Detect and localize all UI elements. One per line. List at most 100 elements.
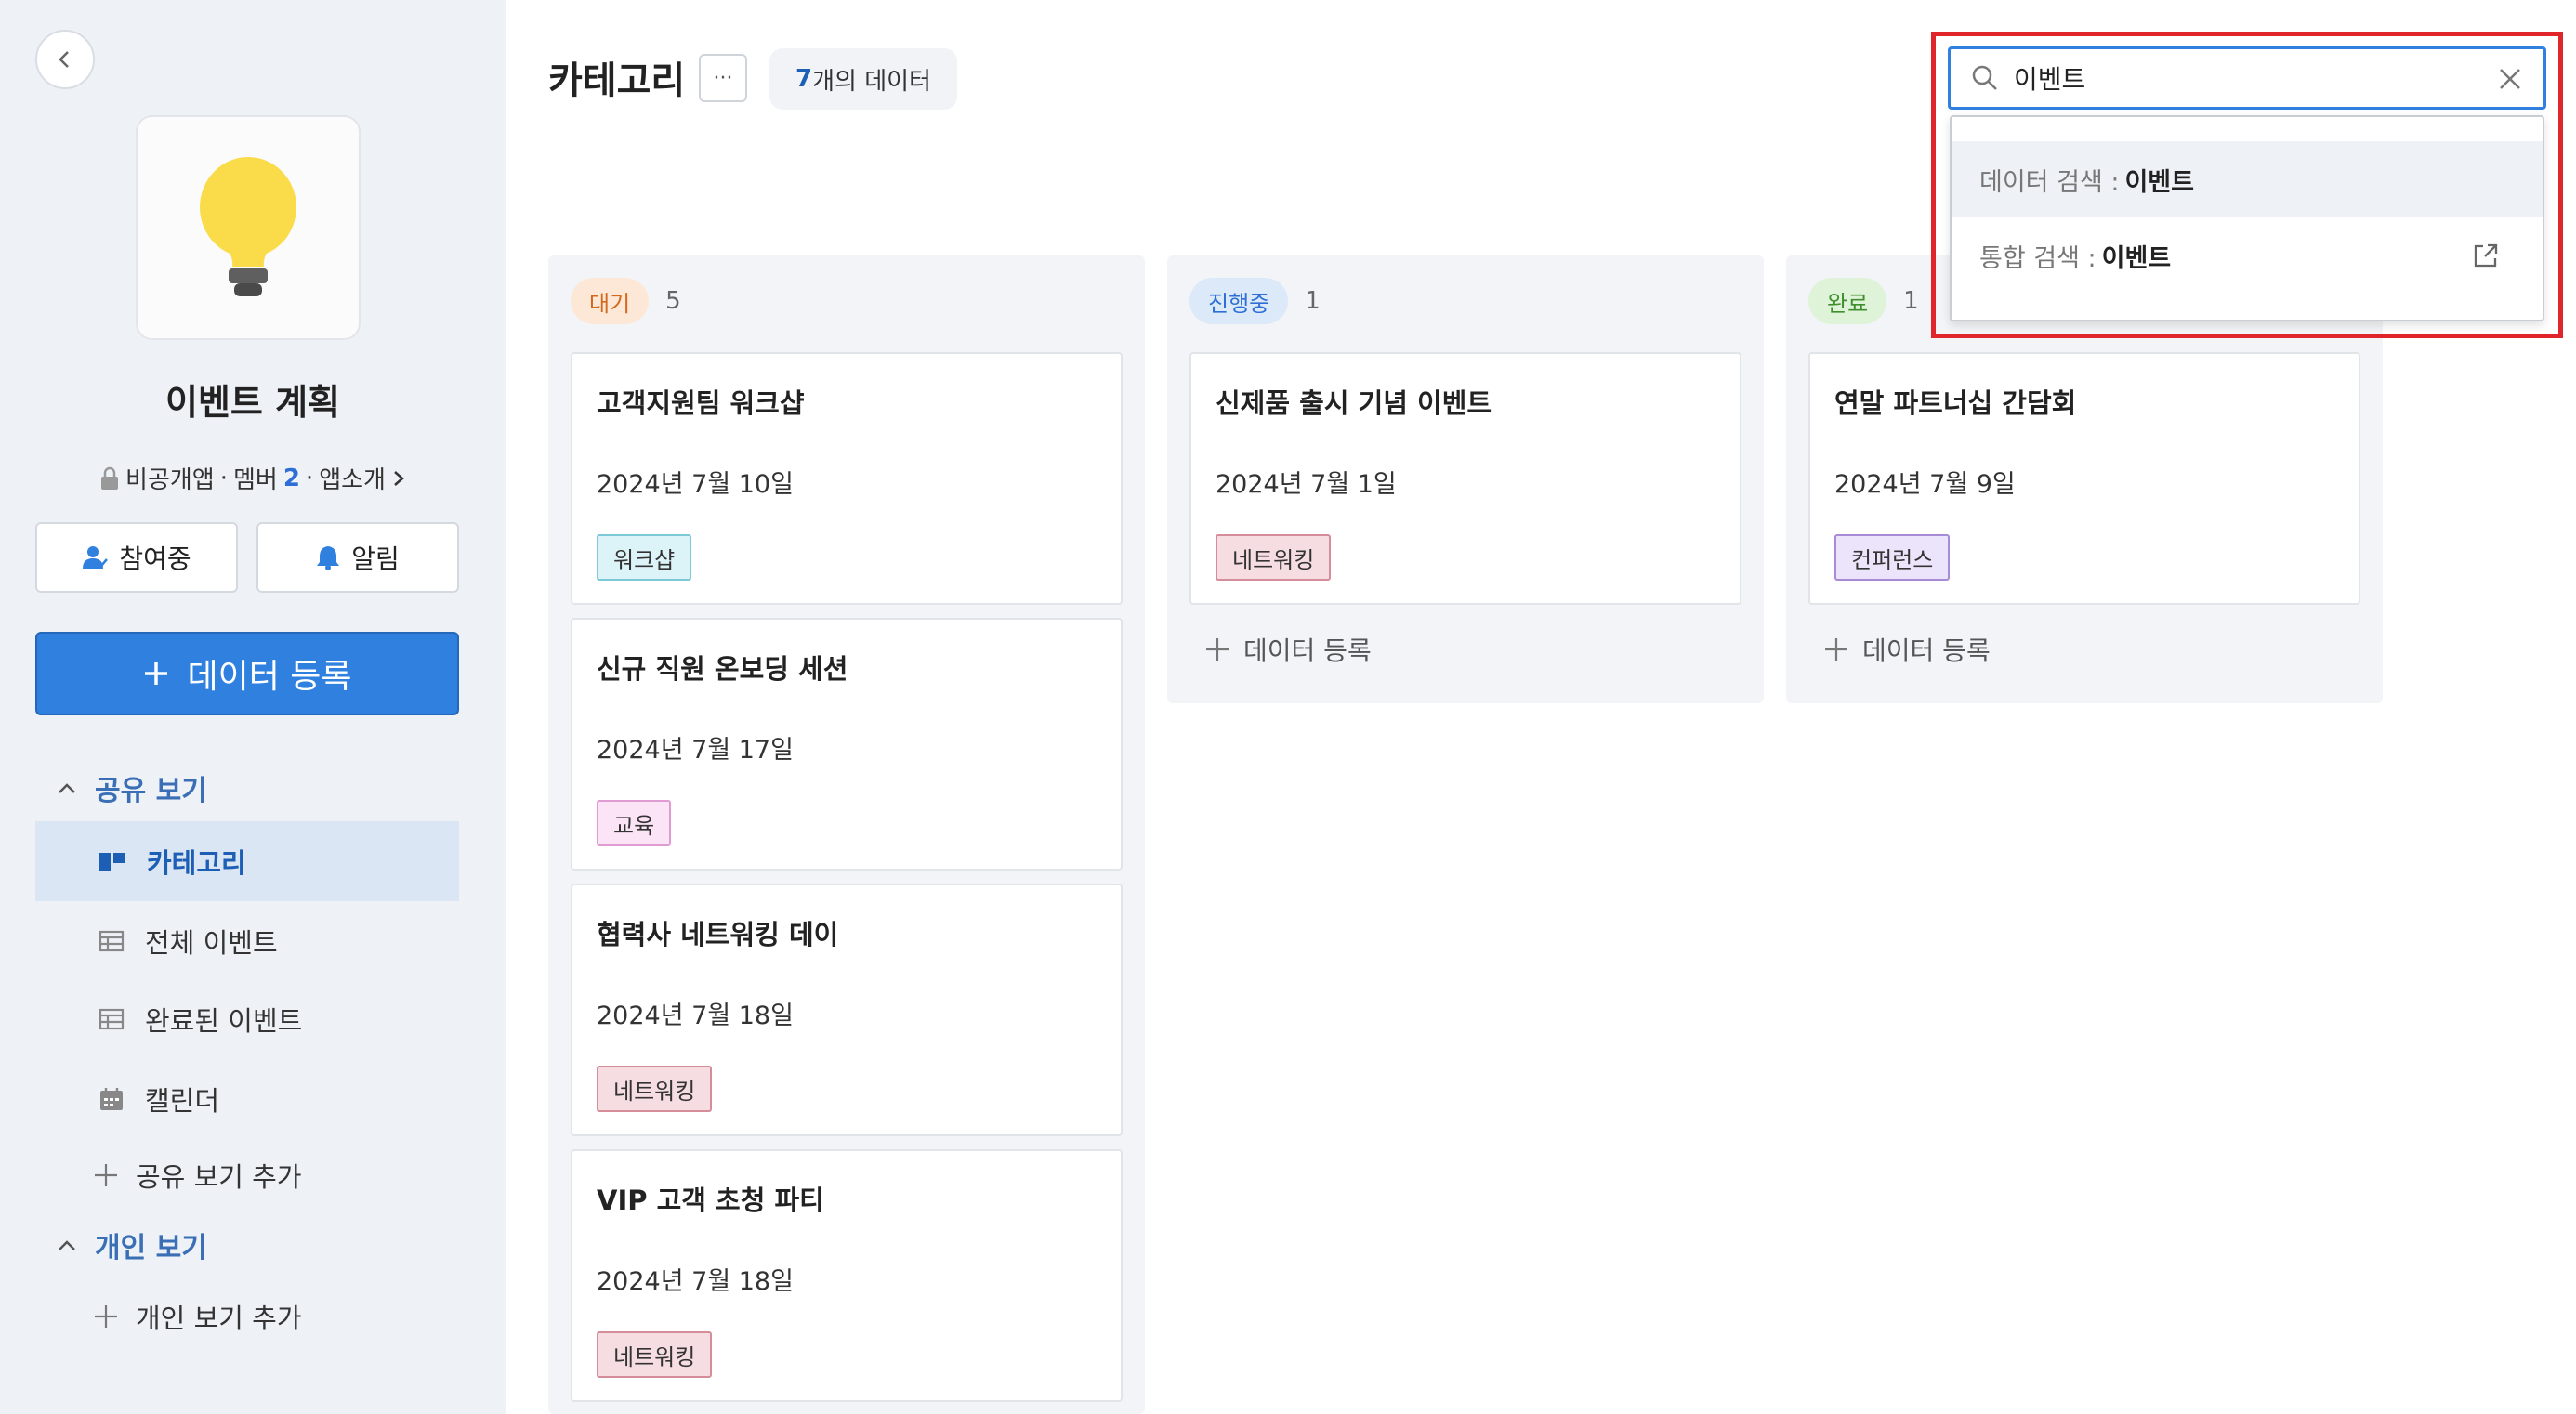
card-title: 고객지원팀 워크샵 (597, 387, 805, 419)
app-name: 이벤트 계획 (164, 382, 341, 423)
add-data-button[interactable]: 데이터 등록 (1823, 631, 1991, 668)
card-date: 2024년 7월 18일 (597, 1002, 794, 1030)
card-tag: 네트워킹 (1216, 534, 1332, 581)
search-input[interactable] (2014, 62, 2497, 94)
table-icon (99, 930, 125, 952)
user-icon (83, 546, 109, 569)
nav-item-category[interactable]: 카테고리 (35, 821, 459, 901)
nav-item-label: 전체 이벤트 (145, 927, 278, 959)
app-icon (136, 115, 361, 340)
add-data-button[interactable]: 데이터 등록 (1204, 631, 1372, 668)
clear-search-button[interactable] (2493, 62, 2527, 96)
column-count: 1 (1305, 287, 1321, 315)
sidebar: 이벤트 계획 비공개앱 · 멤버 2 · 앱소개 참여중 알림 데이터 등록 공… (0, 0, 506, 1414)
column-count: 1 (1903, 287, 1919, 315)
more-options-button[interactable]: ··· (699, 54, 747, 102)
card-title: 협력사 네트워킹 데이 (597, 919, 839, 950)
nav-item-label: 카테고리 (147, 847, 246, 879)
nav-item-label: 캘린더 (145, 1085, 220, 1117)
personal-views-toggle[interactable]: 개인 보기 (58, 1224, 207, 1265)
board-card[interactable]: VIP 고객 초청 파티 2024년 7월 18일 네트워킹 (571, 1149, 1123, 1402)
nav-item-label: 완료된 이벤트 (145, 1005, 303, 1037)
board-card[interactable]: 신규 직원 온보딩 세션 2024년 7월 17일 교육 (571, 618, 1123, 871)
status-badge: 완료 (1808, 278, 1887, 324)
shared-views-toggle[interactable]: 공유 보기 (58, 767, 207, 808)
join-status-button[interactable]: 참여중 (35, 522, 238, 593)
nav-item-all-events[interactable]: 전체 이벤트 (35, 901, 459, 981)
bell-icon (317, 546, 340, 570)
personal-views-label: 개인 보기 (95, 1232, 207, 1264)
plus-icon (1206, 638, 1229, 661)
card-title: 신규 직원 온보딩 세션 (597, 653, 848, 685)
nav-item-completed-events[interactable]: 완료된 이벤트 (35, 979, 459, 1059)
card-date: 2024년 7월 1일 (1216, 470, 1397, 499)
option-keyword: 이벤트 (2124, 167, 2194, 197)
status-badge: 진행중 (1189, 278, 1289, 324)
card-title: VIP 고객 초청 파티 (597, 1185, 824, 1216)
add-data-label: 데이터 등록 (1243, 635, 1372, 666)
add-data-label: 데이터 등록 (1862, 635, 1991, 666)
search-suggestions-dropdown: 데이터 검색 : 이벤트 통합 검색 : 이벤트 (1950, 115, 2544, 321)
chevron-up-icon (59, 783, 75, 793)
chevron-up-icon (59, 1240, 75, 1250)
data-count-number: 7 (795, 65, 813, 93)
card-date: 2024년 7월 17일 (597, 736, 794, 765)
search-box[interactable] (1948, 46, 2546, 110)
board-card[interactable]: 연말 파트너십 간담회 2024년 7월 9일 컨퍼런스 (1808, 352, 2360, 605)
card-tag: 컨퍼런스 (1834, 534, 1951, 581)
board-column-waiting: 대기 5 고객지원팀 워크샵 2024년 7월 10일 워크샵 신규 직원 온보… (548, 255, 1145, 1414)
lightbulb-icon (200, 157, 296, 296)
board-column-in-progress: 진행중 1 신제품 출시 기념 이벤트 2024년 7월 1일 네트워킹 데이터… (1167, 255, 1764, 703)
calendar-icon (100, 1088, 123, 1110)
card-tag: 워크샵 (597, 534, 692, 581)
search-icon (1972, 65, 1997, 90)
data-count-text: 개의 데이터 (812, 67, 931, 96)
table-icon (99, 1008, 125, 1030)
column-header: 완료 1 (1808, 278, 1919, 324)
column-header: 대기 5 (571, 278, 681, 324)
join-status-label: 참여중 (119, 543, 191, 574)
external-link-icon (2474, 243, 2498, 268)
column-count: 5 (665, 287, 681, 315)
app-intro-link[interactable]: 앱소개 (319, 461, 386, 495)
option-label: 통합 검색 : (1979, 243, 2096, 273)
add-shared-view-label: 공유 보기 추가 (136, 1161, 302, 1193)
register-data-button[interactable]: 데이터 등록 (35, 632, 459, 715)
card-title: 신제품 출시 기념 이벤트 (1216, 387, 1492, 419)
close-icon (2500, 69, 2520, 89)
search-option-data[interactable]: 데이터 검색 : 이벤트 (1952, 141, 2543, 217)
card-tag: 네트워킹 (597, 1331, 713, 1378)
status-badge: 대기 (571, 278, 650, 324)
option-keyword: 이벤트 (2101, 243, 2172, 273)
card-tag: 네트워킹 (597, 1066, 713, 1112)
card-date: 2024년 7월 18일 (597, 1267, 794, 1296)
add-shared-view-button[interactable]: 공유 보기 추가 (93, 1156, 302, 1195)
alarm-label: 알림 (351, 543, 400, 574)
option-label: 데이터 검색 : (1979, 167, 2120, 197)
plus-icon (1825, 638, 1847, 661)
add-personal-view-button[interactable]: 개인 보기 추가 (93, 1297, 302, 1336)
chevron-left-icon (59, 51, 69, 68)
card-tag: 교육 (597, 800, 672, 846)
members-count[interactable]: 2 (283, 465, 300, 492)
card-title: 연말 파트너십 간담회 (1834, 387, 2077, 419)
board-card[interactable]: 협력사 네트워킹 데이 2024년 7월 18일 네트워킹 (571, 884, 1123, 1136)
card-date: 2024년 7월 10일 (597, 470, 794, 499)
register-data-label: 데이터 등록 (187, 658, 352, 696)
board-icon (99, 853, 125, 871)
add-personal-view-label: 개인 보기 추가 (136, 1303, 302, 1334)
visibility-label: 비공개앱 (125, 466, 215, 494)
plus-icon (95, 1164, 117, 1186)
page-title: 카테고리 (548, 59, 686, 102)
members-label[interactable]: 멤버 (233, 461, 278, 495)
board-card[interactable]: 고객지원팀 워크샵 2024년 7월 10일 워크샵 (571, 352, 1123, 605)
shared-views-label: 공유 보기 (95, 775, 207, 807)
alarm-button[interactable]: 알림 (256, 522, 459, 593)
back-button[interactable] (35, 30, 95, 89)
search-option-integrated[interactable]: 통합 검색 : 이벤트 (1952, 217, 2543, 294)
nav-item-calendar[interactable]: 캘린더 (35, 1059, 459, 1139)
board-card[interactable]: 신제품 출시 기념 이벤트 2024년 7월 1일 네트워킹 (1189, 352, 1741, 605)
plus-icon (95, 1305, 117, 1328)
column-header: 진행중 1 (1189, 278, 1321, 324)
app-meta: 비공개앱 · 멤버 2 · 앱소개 (0, 461, 506, 495)
